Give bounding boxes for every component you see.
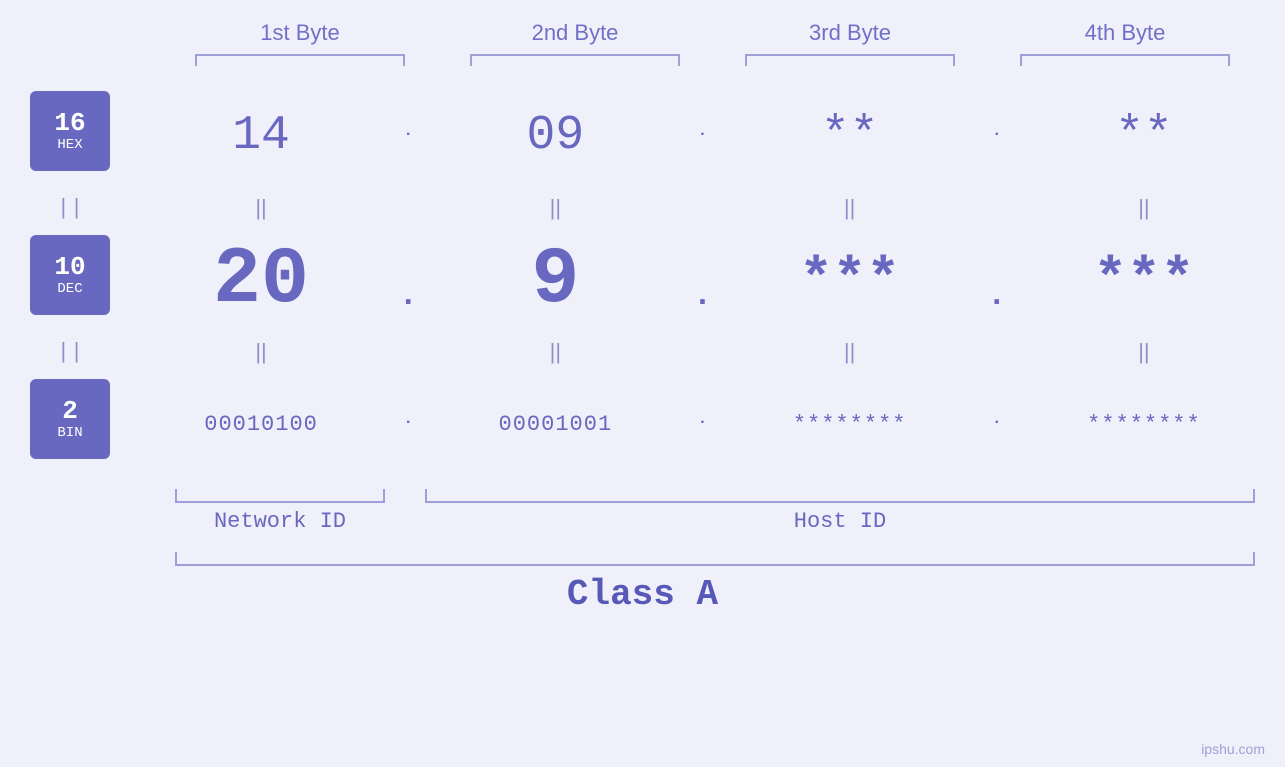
bin-val-2: 00001001 [450,412,660,437]
bracket-top-3 [745,54,955,66]
id-labels: Network ID Host ID [175,509,1255,534]
bin-label: BIN [57,425,82,441]
class-label-row: Class A [0,574,1285,615]
eq2-4: || [1039,339,1249,365]
dec-label: DEC [57,281,82,297]
hex-number: 16 [54,109,85,138]
bracket-top-4 [1020,54,1230,66]
dec-data-row: 20 . 9 . *** . *** [140,230,1265,330]
full-bracket-container [175,552,1255,566]
eq-row-1: || || || || [140,186,1265,230]
eq2-3: || [745,339,955,365]
hex-badge: 16 HEX [30,91,110,171]
network-id-label: Network ID [175,509,385,534]
host-id-label: Host ID [425,509,1255,534]
bin-data-row: 00010100 . 00001001 . ******** . *******… [140,374,1265,474]
eq-row-2: || || || || [140,330,1265,374]
bottom-brackets-container [175,489,1255,503]
dec-val-2: 9 [450,235,660,326]
host-bracket [425,489,1255,503]
bin-dot-3: . [987,410,1007,428]
bin-val-3: ******** [745,412,955,437]
hex-dot-1: . [398,122,418,140]
bin-dot-1: . [398,410,418,428]
rows-wrapper: 16 HEX || 10 DEC || 2 BIN [0,86,1285,474]
bin-val-4: ******** [1039,412,1249,437]
dec-dot-1: . [398,277,418,314]
bin-number: 2 [62,397,78,426]
bracket-top-2 [470,54,680,66]
full-bracket [175,552,1255,566]
hex-dot-2: . [692,122,712,140]
bin-badge: 2 BIN [30,379,110,459]
base-labels-column: 16 HEX || 10 DEC || 2 BIN [0,86,140,474]
byte-header-3: 3rd Byte [730,20,970,46]
bin-dot-2: . [692,410,712,428]
eq-slot-1: || [57,186,83,230]
bracket-top-1 [195,54,405,66]
dec-val-1: 20 [156,235,366,326]
data-column: 14 . 09 . ** . ** || || || || 20 [140,86,1285,474]
hex-dot-3: . [987,122,1007,140]
hex-badge-slot: 16 HEX [30,86,110,186]
equals-2: || [57,340,83,365]
dec-dot-3: . [987,277,1007,314]
hex-val-1: 14 [156,109,366,163]
eq1-4: || [1039,195,1249,221]
byte-header-4: 4th Byte [1005,20,1245,46]
bottom-section: Network ID Host ID Class A [0,484,1285,615]
eq1-3: || [745,195,955,221]
eq2-2: || [450,339,660,365]
hex-val-2: 09 [450,109,660,163]
byte-header-2: 2nd Byte [455,20,695,46]
byte-headers-row: 1st Byte 2nd Byte 3rd Byte 4th Byte [163,20,1263,46]
dec-number: 10 [54,253,85,282]
bracket-gap [385,489,425,503]
bin-badge-slot: 2 BIN [30,374,110,474]
network-bracket [175,489,385,503]
hex-val-3: ** [745,109,955,163]
hex-val-4: ** [1039,109,1249,163]
hex-label: HEX [57,137,82,153]
byte-header-1: 1st Byte [180,20,420,46]
eq1-2: || [450,195,660,221]
dec-badge: 10 DEC [30,235,110,315]
eq1-1: || [156,195,366,221]
hex-data-row: 14 . 09 . ** . ** [140,86,1265,186]
equals-1: || [57,196,83,221]
bin-val-1: 00010100 [156,412,366,437]
eq-slot-2: || [57,330,83,374]
top-brackets [163,54,1263,66]
dec-dot-2: . [692,277,712,314]
watermark: ipshu.com [1201,741,1265,757]
dec-val-4: *** [1039,248,1249,312]
main-container: 1st Byte 2nd Byte 3rd Byte 4th Byte 16 H… [0,0,1285,767]
dec-badge-slot: 10 DEC [30,230,110,330]
eq2-1: || [156,339,366,365]
dec-val-3: *** [745,248,955,312]
class-label: Class A [567,574,718,615]
